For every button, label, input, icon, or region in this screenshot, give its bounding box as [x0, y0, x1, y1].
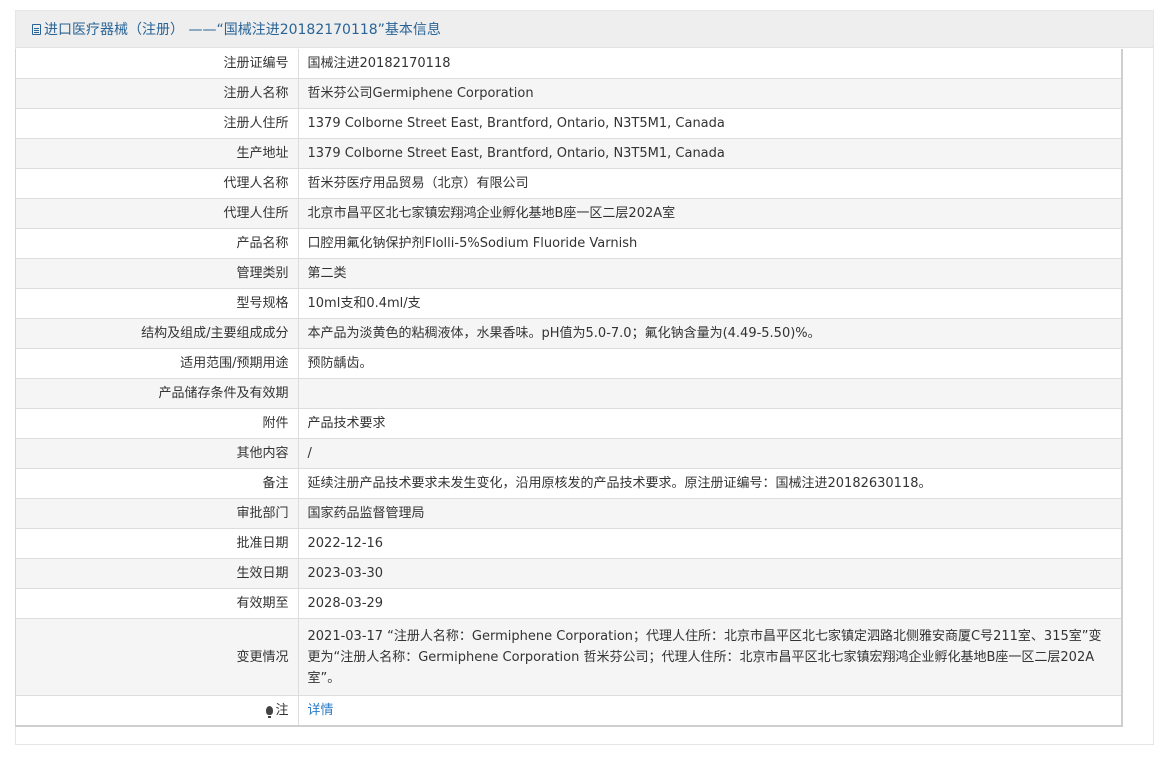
- row-label-registrant-name: 注册人名称: [16, 78, 299, 109]
- row-value-product-name: 口腔用氟化钠保护剂Flolli-5%Sodium Fluoride Varnis…: [298, 228, 1121, 259]
- row-value-remarks: 延续注册产品技术要求未发生变化，沿用原核发的产品技术要求。原注册证编号：国械注进…: [298, 468, 1121, 499]
- row-value-agent-name: 哲米芬医疗用品贸易（北京）有限公司: [298, 168, 1121, 199]
- row-label-attachment: 附件: [16, 408, 299, 439]
- bulb-icon: [266, 706, 274, 718]
- row-label-agent-address: 代理人住所: [16, 198, 299, 229]
- document-icon: [32, 23, 41, 35]
- row-label-changes: 变更情况: [16, 618, 299, 696]
- table-row: 注册人名称 哲米芬公司Germiphene Corporation: [16, 78, 1121, 109]
- row-label-agent-name: 代理人名称: [16, 168, 299, 199]
- row-label-registration-no: 注册证编号: [16, 49, 299, 79]
- table-row: 备注 延续注册产品技术要求未发生变化，沿用原核发的产品技术要求。原注册证编号：国…: [16, 468, 1121, 499]
- row-label-note: 注: [16, 695, 299, 725]
- note-label: 注: [275, 703, 289, 718]
- table-row: 产品储存条件及有效期: [16, 378, 1121, 409]
- row-label-approval-dept: 审批部门: [16, 498, 299, 529]
- table-row: 适用范围/预期用途 预防龋齿。: [16, 348, 1121, 379]
- row-value-production-address: 1379 Colborne Street East, Brantford, On…: [298, 138, 1121, 169]
- row-value-model-spec: 10ml支和0.4ml/支: [298, 288, 1121, 319]
- row-value-note: 详情: [298, 696, 1121, 726]
- table-row: 代理人住所 北京市昌平区北七家镇宏翔鸿企业孵化基地B座一区二层202A室: [16, 198, 1121, 229]
- panel-header: 进口医疗器械（注册） ——“国械注进20182170118”基本信息: [16, 11, 1153, 48]
- row-value-management-class: 第二类: [298, 258, 1121, 289]
- row-label-approval-date: 批准日期: [16, 528, 299, 559]
- row-value-intended-use: 预防龋齿。: [298, 348, 1121, 379]
- table-row: 生效日期 2023-03-30: [16, 558, 1121, 589]
- info-table-container: 注册证编号 国械注进20182170118 注册人名称 哲米芬公司Germiph…: [15, 49, 1123, 727]
- row-label-model-spec: 型号规格: [16, 288, 299, 319]
- row-label-composition: 结构及组成/主要组成成分: [16, 318, 299, 349]
- row-value-composition: 本产品为淡黄色的粘稠液体，水果香味。pH值为5.0-7.0；氟化钠含量为(4.4…: [298, 318, 1121, 349]
- table-row: 型号规格 10ml支和0.4ml/支: [16, 288, 1121, 319]
- row-value-valid-until: 2028-03-29: [298, 588, 1121, 619]
- row-value-approval-dept: 国家药品监督管理局: [298, 498, 1121, 529]
- row-value-registration-no: 国械注进20182170118: [298, 49, 1121, 79]
- table-row: 生产地址 1379 Colborne Street East, Brantfor…: [16, 138, 1121, 169]
- table-row: 变更情况 2021-03-17 “注册人名称：Germiphene Corpor…: [16, 618, 1121, 696]
- row-value-other: /: [298, 438, 1121, 469]
- table-row: 结构及组成/主要组成成分 本产品为淡黄色的粘稠液体，水果香味。pH值为5.0-7…: [16, 318, 1121, 349]
- row-value-approval-date: 2022-12-16: [298, 528, 1121, 559]
- table-row: 审批部门 国家药品监督管理局: [16, 498, 1121, 529]
- row-label-valid-until: 有效期至: [16, 588, 299, 619]
- page-title: 进口医疗器械（注册） ——“国械注进20182170118”基本信息: [44, 22, 441, 38]
- row-label-production-address: 生产地址: [16, 138, 299, 169]
- row-value-agent-address: 北京市昌平区北七家镇宏翔鸿企业孵化基地B座一区二层202A室: [298, 198, 1121, 229]
- row-label-intended-use: 适用范围/预期用途: [16, 348, 299, 379]
- table-row: 附件 产品技术要求: [16, 408, 1121, 439]
- row-label-management-class: 管理类别: [16, 258, 299, 289]
- table-row: 管理类别 第二类: [16, 258, 1121, 289]
- table-row: 产品名称 口腔用氟化钠保护剂Flolli-5%Sodium Fluoride V…: [16, 228, 1121, 259]
- row-value-changes: 2021-03-17 “注册人名称：Germiphene Corporation…: [298, 618, 1121, 696]
- table-row: 批准日期 2022-12-16: [16, 528, 1121, 559]
- row-value-registrant-address: 1379 Colborne Street East, Brantford, On…: [298, 108, 1121, 139]
- details-link[interactable]: 详情: [308, 703, 334, 718]
- table-row: 代理人名称 哲米芬医疗用品贸易（北京）有限公司: [16, 168, 1121, 199]
- row-value-storage: [298, 378, 1121, 409]
- row-label-registrant-address: 注册人住所: [16, 108, 299, 139]
- table-row: 注册证编号 国械注进20182170118: [16, 49, 1121, 79]
- row-value-registrant-name: 哲米芬公司Germiphene Corporation: [298, 78, 1121, 109]
- row-label-product-name: 产品名称: [16, 228, 299, 259]
- row-label-other: 其他内容: [16, 438, 299, 469]
- info-table: 注册证编号 国械注进20182170118 注册人名称 哲米芬公司Germiph…: [16, 49, 1121, 725]
- row-label-remarks: 备注: [16, 468, 299, 499]
- row-label-effective-date: 生效日期: [16, 558, 299, 589]
- row-label-storage: 产品储存条件及有效期: [16, 378, 299, 409]
- table-row: 其他内容 /: [16, 438, 1121, 469]
- table-row: 注册人住所 1379 Colborne Street East, Brantfo…: [16, 108, 1121, 139]
- table-row: 注 详情: [16, 695, 1121, 726]
- row-value-attachment: 产品技术要求: [298, 408, 1121, 439]
- row-value-effective-date: 2023-03-30: [298, 558, 1121, 589]
- table-row: 有效期至 2028-03-29: [16, 588, 1121, 619]
